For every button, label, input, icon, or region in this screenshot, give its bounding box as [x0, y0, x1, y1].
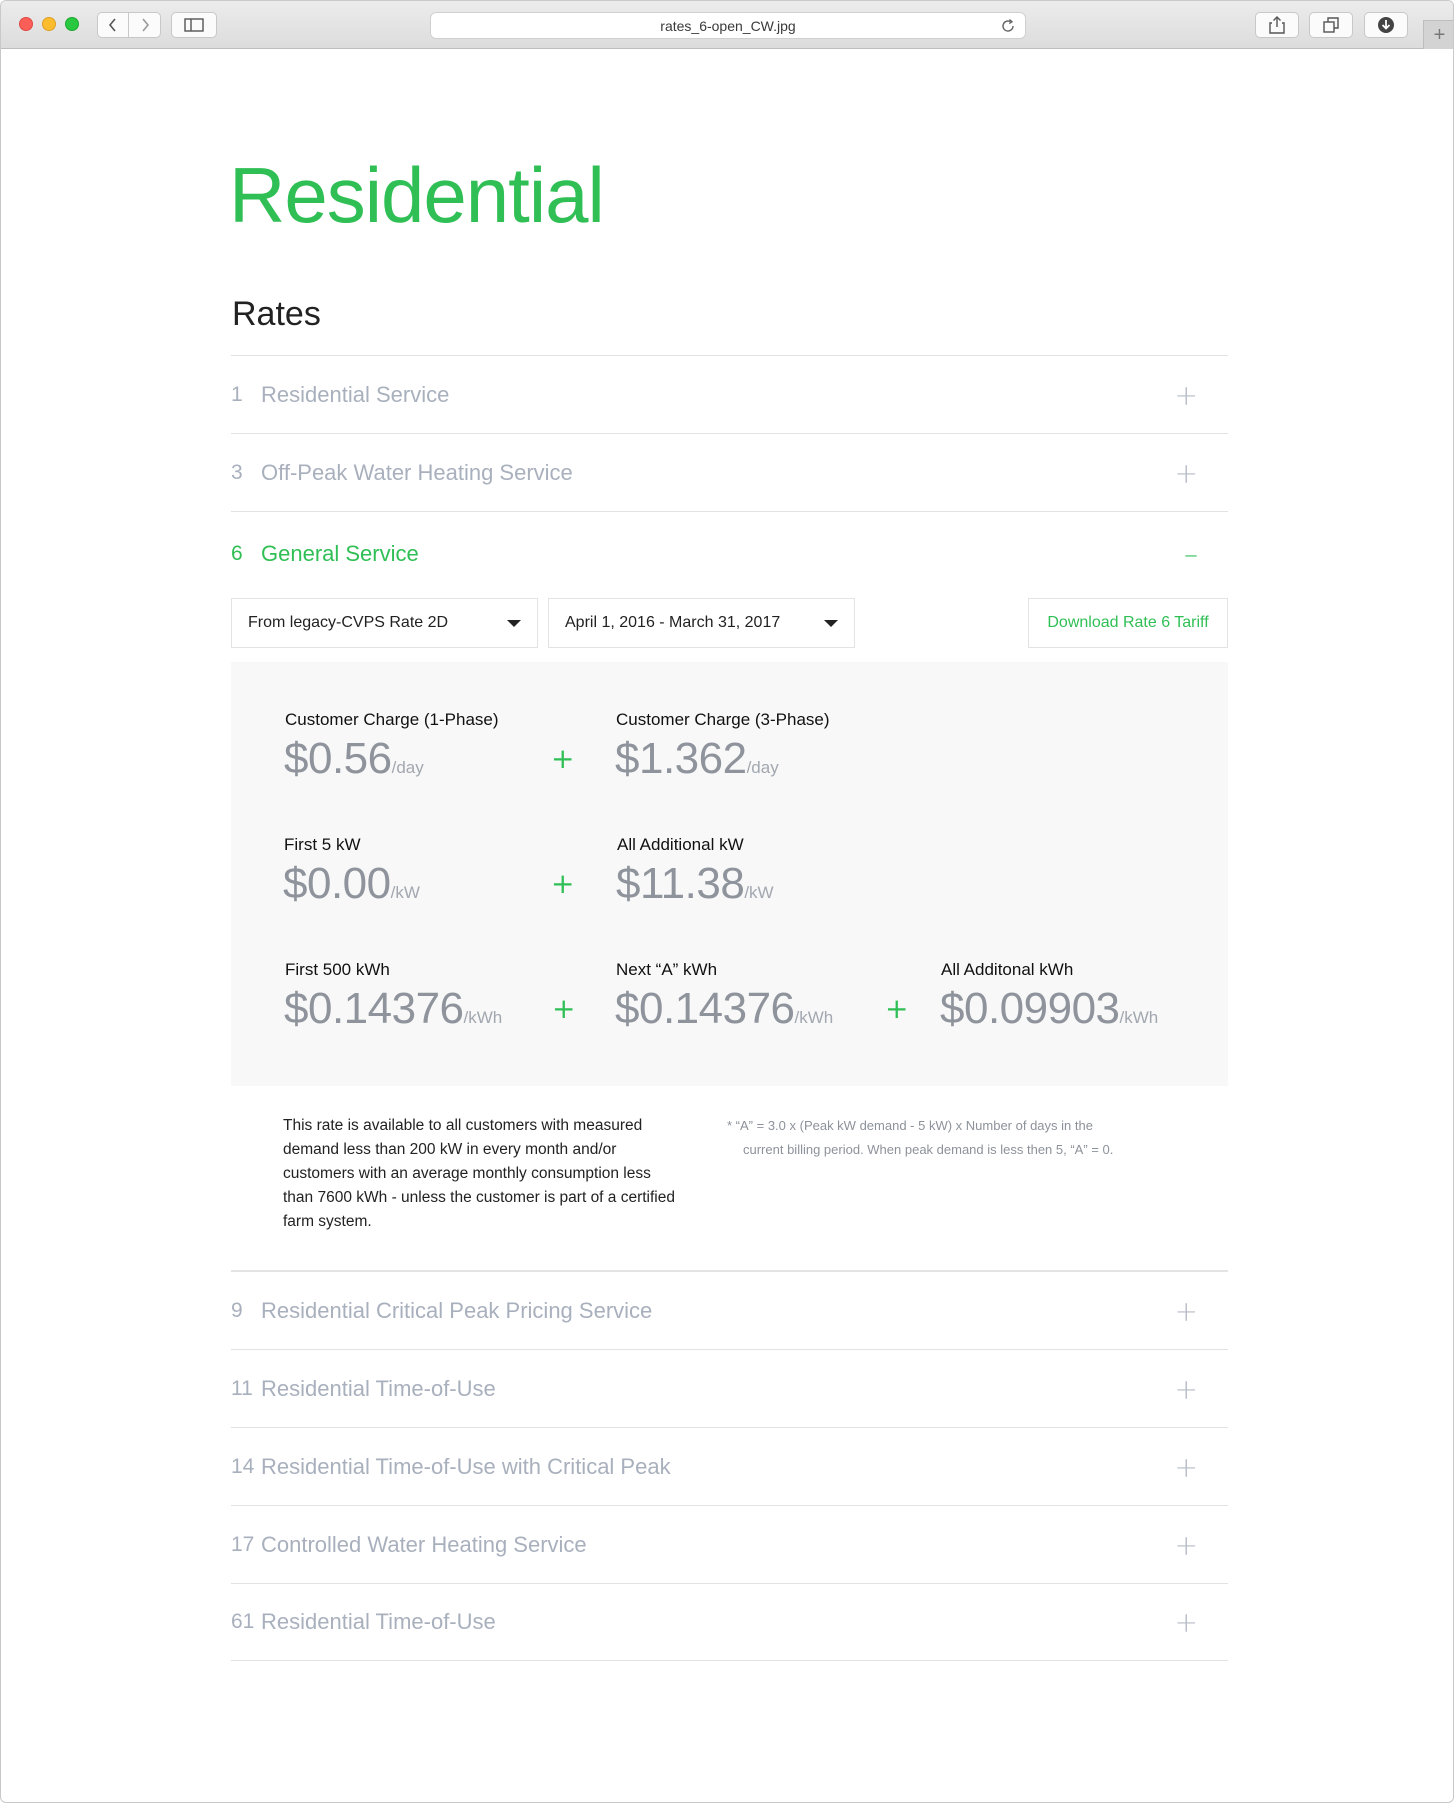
sidebar-toggle-button[interactable] — [171, 12, 217, 38]
rate-number: 3 — [231, 460, 243, 484]
rate-label: Residential Time-of-Use with Critical Pe… — [261, 1453, 671, 1479]
rate-row-14[interactable]: 14 Residential Time-of-Use with Critical… — [231, 1427, 1228, 1505]
downloads-button[interactable] — [1364, 12, 1408, 38]
rate-description: This rate is available to all customers … — [283, 1117, 675, 1230]
charge-value: $0.56/day — [284, 734, 424, 783]
rate-source-select[interactable]: From legacy-CVPS Rate 2D — [231, 598, 538, 648]
plus-icon: + — [551, 742, 575, 775]
download-tariff-button[interactable]: Download Rate 6 Tariff — [1028, 598, 1228, 648]
rate-row-17[interactable]: 17 Controlled Water Heating Service + — [231, 1505, 1228, 1583]
forward-button[interactable] — [129, 12, 161, 38]
rate-number: 9 — [231, 1298, 243, 1322]
plus-icon: + — [1433, 23, 1446, 46]
rate-row-6[interactable]: 6 General Service – — [231, 511, 1228, 596]
rate-label: General Service — [261, 541, 419, 566]
charge-label: All Additonal kWh — [941, 960, 1074, 979]
back-button[interactable] — [97, 12, 129, 38]
share-icon — [1269, 16, 1285, 34]
period-value: April 1, 2016 - March 31, 2017 — [565, 614, 781, 631]
rate-number: 1 — [231, 382, 243, 406]
charge-label: Customer Charge (1-Phase) — [285, 710, 499, 729]
rate-notes: This rate is available to all customers … — [231, 1086, 1228, 1236]
rate-label: Residential Time-of-Use — [261, 1375, 496, 1401]
close-window-button[interactable] — [19, 17, 33, 31]
rate-label: Off-Peak Water Heating Service — [261, 459, 573, 485]
rate-row-3[interactable]: 3 Off-Peak Water Heating Service + — [231, 433, 1228, 511]
chevron-right-icon — [141, 18, 149, 32]
nav-buttons — [97, 12, 161, 38]
minimize-window-button[interactable] — [42, 17, 56, 31]
caret-down-icon — [824, 620, 838, 627]
sidebar-icon — [184, 18, 204, 32]
expand-plus-icon[interactable]: + — [1175, 1372, 1198, 1405]
rate-6-panel: From legacy-CVPS Rate 2D April 1, 2016 -… — [231, 598, 1228, 1271]
rate-number: 6 — [231, 542, 243, 565]
rate-number: 17 — [231, 1532, 255, 1556]
rate-label: Residential Service — [261, 381, 450, 407]
charge-value: $0.09903/kWh — [940, 984, 1159, 1033]
charges-box: Customer Charge (1-Phase) $0.56/day + Cu… — [231, 662, 1228, 1086]
new-tab-button[interactable]: + — [1423, 20, 1453, 49]
rate-label: Controlled Water Heating Service — [261, 1531, 587, 1557]
rate-row-61[interactable]: 61 Residential Time-of-Use + — [231, 1583, 1228, 1661]
plus-icon: + — [885, 992, 909, 1025]
charge-label: First 500 kWh — [285, 960, 390, 979]
charge-label: All Additional kW — [617, 835, 744, 854]
rate-row-11[interactable]: 11 Residential Time-of-Use + — [231, 1349, 1228, 1427]
rate-footnote: * “A” = 3.0 x (Peak kW demand - 5 kW) x … — [727, 1118, 1114, 1157]
expand-plus-icon[interactable]: + — [1175, 1606, 1198, 1639]
rate-number: 61 — [231, 1610, 255, 1633]
rate-number: 11 — [231, 1376, 253, 1400]
address-bar[interactable]: rates_6-open_CW.jpg — [430, 12, 1026, 39]
panel-controls: From legacy-CVPS Rate 2D April 1, 2016 -… — [231, 598, 1228, 648]
charge-value: $0.14376/kWh — [284, 984, 503, 1033]
rate-label: Residential Time-of-Use — [261, 1609, 496, 1634]
charge-label: Next “A” kWh — [616, 960, 718, 979]
chevron-left-icon — [108, 18, 116, 32]
expand-plus-icon[interactable]: + — [1175, 1450, 1198, 1483]
charge-label: Customer Charge (3-Phase) — [616, 710, 830, 729]
collapse-minus-icon[interactable]: – — [1184, 538, 1198, 571]
charge-value: $0.14376/kWh — [615, 984, 834, 1033]
caret-down-icon — [507, 620, 521, 627]
charge-label: First 5 kW — [284, 835, 361, 854]
expand-plus-icon[interactable]: + — [1175, 456, 1198, 489]
plus-icon: + — [551, 867, 575, 900]
rate-row-1[interactable]: 1 Residential Service + — [231, 355, 1228, 433]
show-tabs-button[interactable] — [1309, 12, 1353, 38]
expand-plus-icon[interactable]: + — [1175, 378, 1198, 411]
browser-toolbar: rates_6-open_CW.jpg + — [1, 1, 1453, 49]
page-title: Residential — [229, 151, 605, 239]
browser-window: rates_6-open_CW.jpg + Residential Rates … — [0, 0, 1454, 1803]
zoom-window-button[interactable] — [65, 17, 79, 31]
charge-value: $1.362/day — [615, 734, 779, 783]
section-title: Rates — [232, 295, 321, 333]
expand-plus-icon[interactable]: + — [1175, 1528, 1198, 1561]
rate-row-9[interactable]: 9 Residential Critical Peak Pricing Serv… — [231, 1271, 1228, 1349]
download-icon — [1378, 17, 1394, 33]
charge-value: $0.00/kW — [283, 859, 420, 908]
tabs-icon — [1323, 17, 1339, 33]
url-text: rates_6-open_CW.jpg — [660, 17, 796, 34]
period-select[interactable]: April 1, 2016 - March 31, 2017 — [548, 598, 855, 648]
charge-value: $11.38/kW — [616, 859, 774, 908]
rate-source-value: From legacy-CVPS Rate 2D — [248, 614, 449, 631]
expand-plus-icon[interactable]: + — [1175, 1294, 1198, 1327]
share-button[interactable] — [1255, 12, 1299, 38]
reload-icon[interactable] — [999, 17, 1017, 35]
plus-icon: + — [552, 992, 576, 1025]
rate-label: Residential Critical Peak Pricing Servic… — [261, 1297, 653, 1323]
rate-number: 14 — [231, 1454, 255, 1478]
rates-accordion: 1 Residential Service + 3 Off-Peak Water… — [231, 355, 1228, 1661]
